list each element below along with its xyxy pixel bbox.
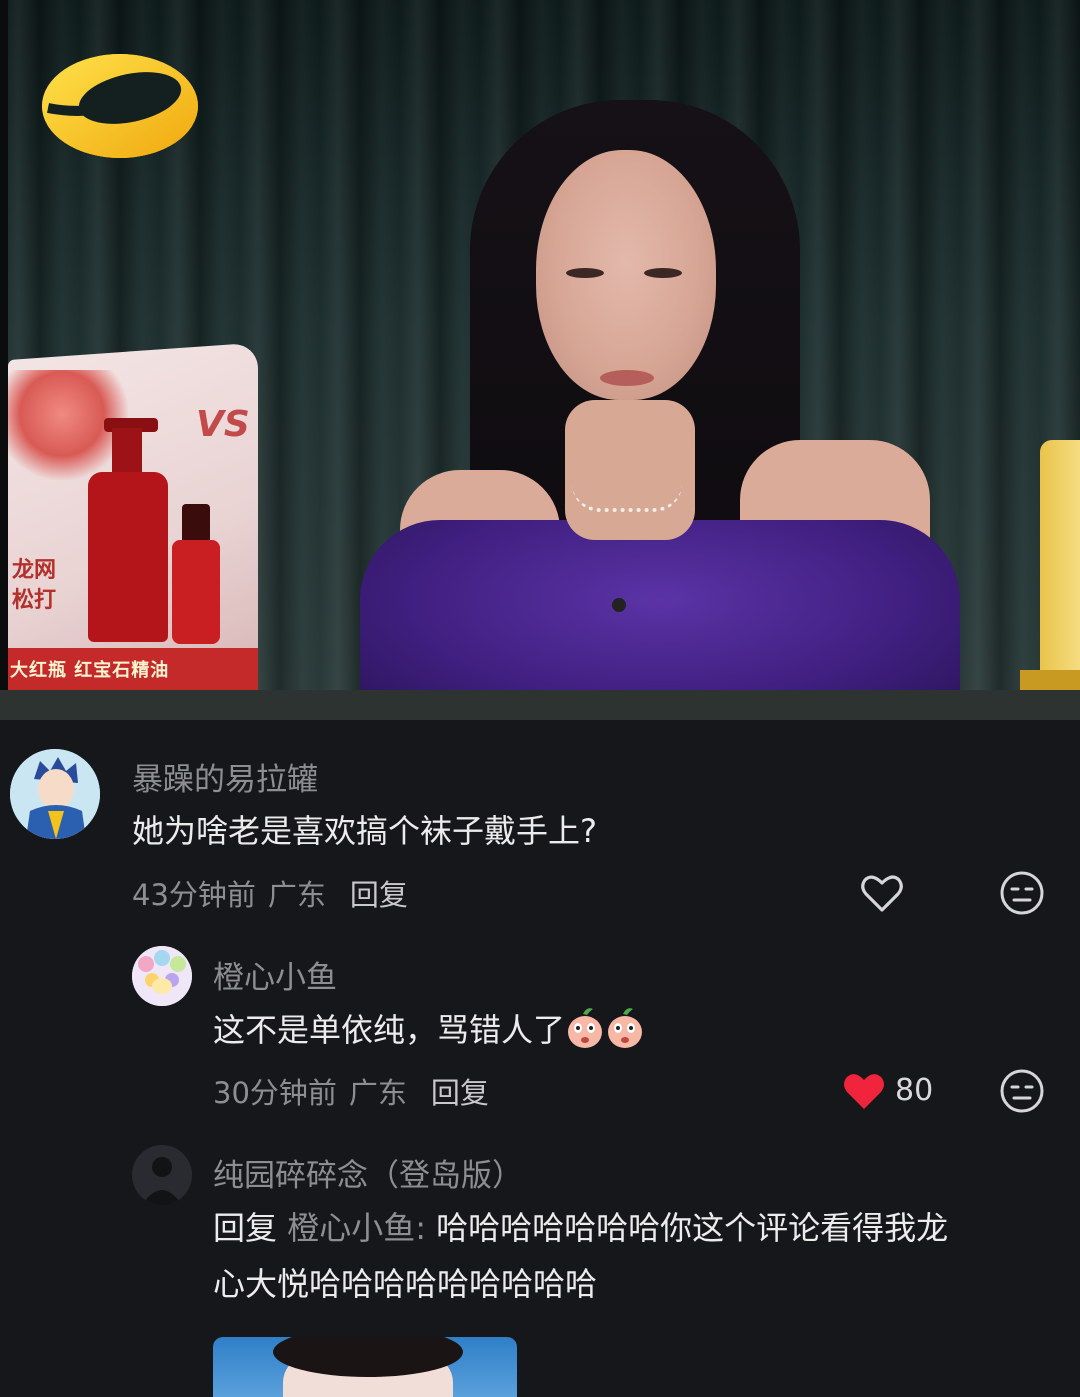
comment-meta: 30分钟前 广东 回复: [213, 1070, 489, 1112]
person-face: [536, 150, 716, 400]
comment-username[interactable]: 纯园碎碎念（登岛版）: [213, 1150, 523, 1195]
serum-cap: [182, 504, 210, 544]
reply-button[interactable]: 回复: [350, 878, 408, 912]
avatar-silhouette-icon: [132, 1145, 192, 1205]
reply-target-username[interactable]: 橙心小鱼:: [287, 1209, 426, 1247]
product-brand: VS: [196, 404, 250, 445]
dislike-face-icon[interactable]: [999, 1068, 1045, 1114]
comment-text: 这不是单依纯，骂错人了: [213, 1002, 645, 1058]
comment-username[interactable]: 暴躁的易拉罐: [132, 754, 318, 799]
heart-filled-icon[interactable]: [840, 1067, 888, 1115]
comment-location: 广东: [348, 1076, 407, 1110]
avatar-balloons-icon: [132, 946, 192, 1006]
eye-right: [644, 268, 682, 278]
pearl-necklace: [572, 484, 682, 512]
trophy: [1040, 440, 1080, 670]
peach-face-emoji-icon: [608, 1008, 643, 1048]
comment-text: 她为啥老是喜欢搞个袜子戴手上?: [132, 812, 597, 850]
comment-text: 回复 橙心小鱼: 哈哈哈哈哈哈哈你这个评论看得我龙: [213, 1200, 948, 1256]
reply-button[interactable]: 回复: [431, 1076, 489, 1110]
stage-floor: [0, 690, 1080, 720]
reply-prefix: 回复: [213, 1209, 278, 1247]
station-logo-icon: [42, 54, 198, 158]
lapel-mic: [612, 598, 626, 612]
lips: [600, 370, 654, 386]
heart-outline-icon[interactable]: [858, 869, 906, 917]
shampoo-bottle: [88, 472, 168, 642]
comment-time: 30分钟前: [213, 1076, 337, 1110]
serum-bottle: [172, 540, 220, 644]
avatar[interactable]: [132, 1145, 192, 1205]
avatar[interactable]: [10, 749, 100, 839]
dislike-face-icon[interactable]: [999, 870, 1045, 916]
person-neck: [565, 400, 695, 540]
comment-text-line1: 哈哈哈哈哈哈哈你这个评论看得我龙: [436, 1209, 949, 1247]
comment-image-thumbnail[interactable]: [213, 1337, 517, 1397]
product-base-text: 大红瓶 红宝石精油: [10, 660, 170, 681]
eye-left: [566, 268, 604, 278]
comment-username[interactable]: 橙心小鱼: [213, 952, 337, 997]
bottle-neck: [112, 428, 142, 476]
comment-location: 广东: [267, 878, 326, 912]
video-player[interactable]: VS 龙网 松打 大红瓶 红宝石精油: [0, 0, 1080, 720]
comment-text-line2: 心大悦哈哈哈哈哈哈哈哈哈: [213, 1265, 598, 1303]
comment-meta: 43分钟前 广东 回复: [132, 872, 408, 914]
comment-time: 43分钟前: [132, 878, 256, 912]
video-edge: [0, 0, 8, 720]
product-board-text: 龙网 松打: [12, 558, 57, 613]
peach-face-emoji-icon: [568, 1008, 603, 1048]
like-count: 80: [895, 1073, 934, 1108]
avatar-cartoon-icon: [10, 749, 100, 839]
avatar[interactable]: [132, 946, 192, 1006]
